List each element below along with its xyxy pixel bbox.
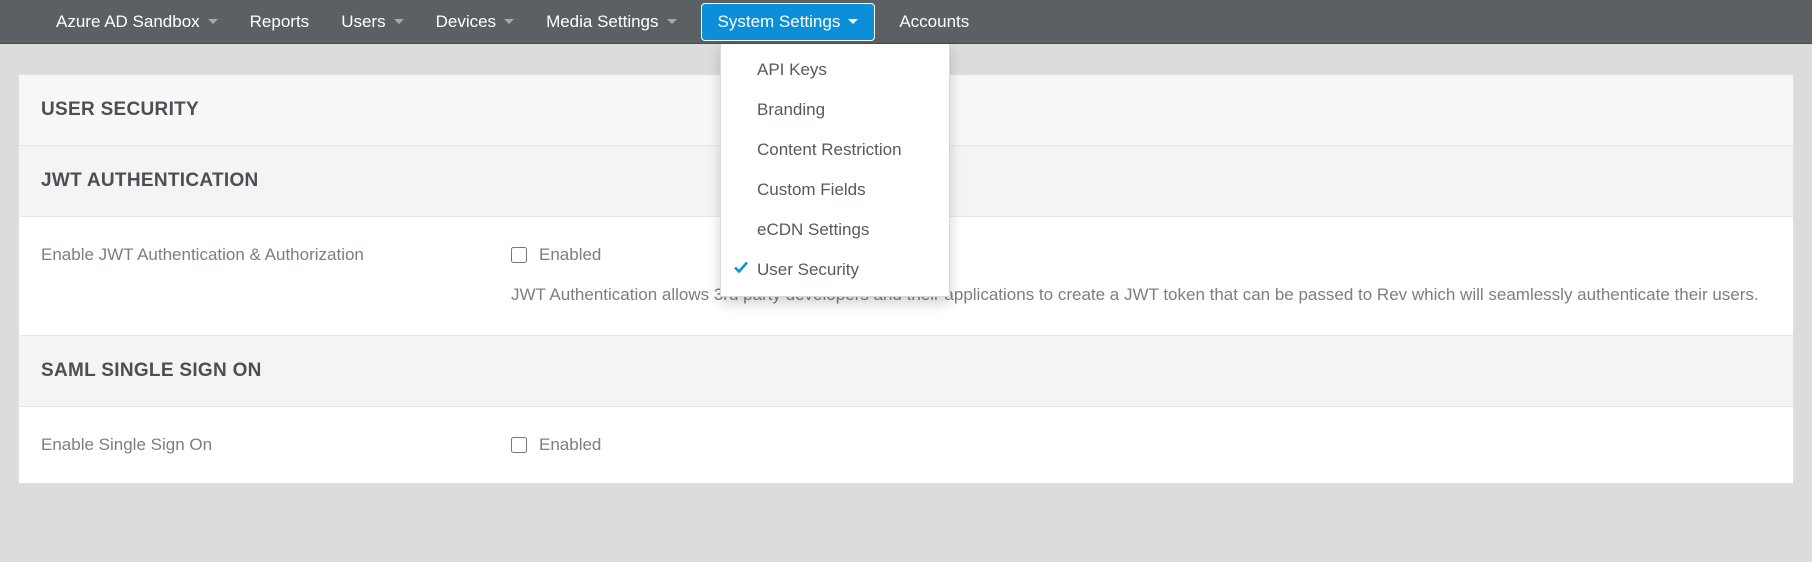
dropdown-item-label: Branding	[757, 100, 825, 120]
dropdown-item-user-security[interactable]: User Security	[721, 250, 949, 290]
saml-enabled-checkbox-label: Enabled	[539, 435, 601, 455]
caret-down-icon	[394, 19, 404, 24]
dropdown-item-label: API Keys	[757, 60, 827, 80]
nav-item-reports[interactable]: Reports	[234, 2, 326, 42]
jwt-enabled-checkbox-label: Enabled	[539, 245, 601, 265]
caret-down-icon	[208, 19, 218, 24]
saml-section-header: SAML SINGLE SIGN ON	[19, 336, 1793, 407]
nav-item-label: Azure AD Sandbox	[56, 12, 200, 32]
saml-section-body: Enable Single Sign On Enabled	[19, 407, 1793, 483]
nav-item-label: Reports	[250, 12, 310, 32]
dropdown-item-label: eCDN Settings	[757, 220, 869, 240]
dropdown-item-label: Custom Fields	[757, 180, 866, 200]
nav-item-azure-ad-sandbox[interactable]: Azure AD Sandbox	[40, 2, 234, 42]
saml-enabled-checkbox-row[interactable]: Enabled	[511, 435, 1771, 455]
dropdown-item-label: User Security	[757, 260, 859, 280]
nav-item-label: Devices	[436, 12, 496, 32]
jwt-control-column: Enabled JWT Authentication allows 3rd pa…	[511, 245, 1771, 307]
nav-item-devices[interactable]: Devices	[420, 2, 530, 42]
caret-down-icon	[667, 19, 677, 24]
nav-item-label: Media Settings	[546, 12, 658, 32]
dropdown-item-content-restriction[interactable]: Content Restriction	[721, 130, 949, 170]
nav-item-label: Users	[341, 12, 385, 32]
jwt-enabled-checkbox-row[interactable]: Enabled	[511, 245, 1771, 265]
top-navbar: Azure AD Sandbox Reports Users Devices M…	[0, 0, 1812, 44]
dropdown-item-branding[interactable]: Branding	[721, 90, 949, 130]
caret-down-icon	[848, 19, 858, 24]
caret-down-icon	[504, 19, 514, 24]
nav-item-accounts[interactable]: Accounts	[883, 2, 985, 42]
nav-item-label: System Settings	[718, 12, 841, 32]
saml-enabled-checkbox[interactable]	[511, 437, 527, 453]
saml-control-column: Enabled	[511, 435, 1771, 455]
system-settings-dropdown: API Keys Branding Content Restriction Cu…	[720, 44, 950, 297]
jwt-help-text: JWT Authentication allows 3rd party deve…	[511, 283, 1771, 307]
jwt-enabled-checkbox[interactable]	[511, 247, 527, 263]
jwt-enable-label: Enable JWT Authentication & Authorizatio…	[41, 245, 511, 265]
dropdown-item-api-keys[interactable]: API Keys	[721, 50, 949, 90]
checkmark-icon	[733, 260, 749, 281]
nav-item-label: Accounts	[899, 12, 969, 32]
dropdown-item-custom-fields[interactable]: Custom Fields	[721, 170, 949, 210]
nav-item-media-settings[interactable]: Media Settings	[530, 2, 692, 42]
dropdown-item-label: Content Restriction	[757, 140, 902, 160]
saml-enable-label: Enable Single Sign On	[41, 435, 511, 455]
nav-item-users[interactable]: Users	[325, 2, 419, 42]
dropdown-item-ecdn-settings[interactable]: eCDN Settings	[721, 210, 949, 250]
nav-item-system-settings[interactable]: System Settings	[701, 3, 876, 41]
